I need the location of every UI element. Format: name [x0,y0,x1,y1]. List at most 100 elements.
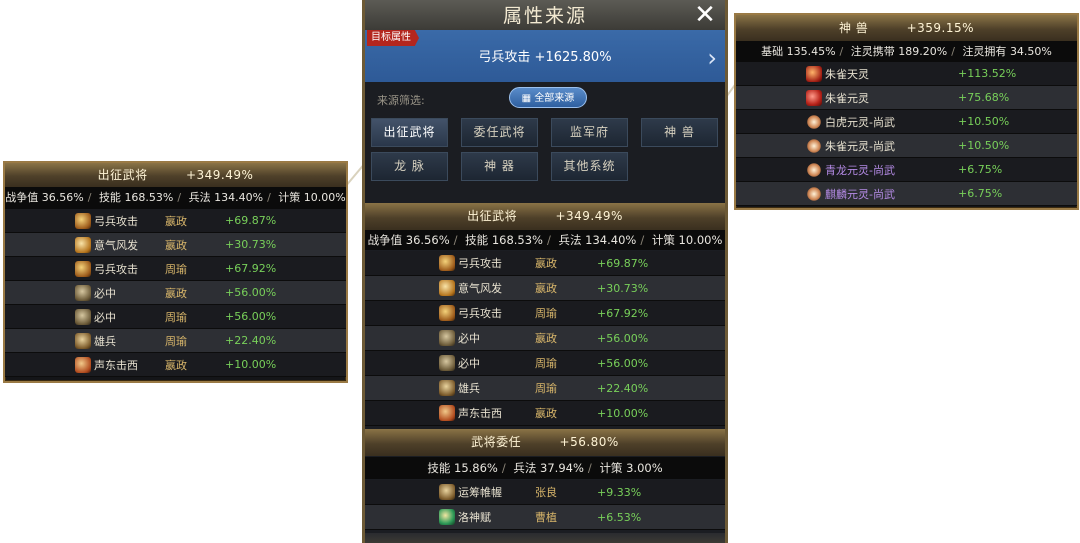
table-row: 声东击西 嬴政 +10.00% [365,401,725,426]
source-name: 朱雀元灵 [825,91,869,105]
breakdown-value: 168.53% [124,191,174,204]
attribute-source-window: 属性来源 ✕ 目标属性 弓兵攻击 +1625.80% › 来源筛选: ▦ 全部来… [362,0,728,543]
spirit-crystal-icon [804,111,824,132]
source-name-cell: 朱雀元灵-尚武 [736,135,958,156]
bonus-value: +10.00% [225,358,277,371]
target-attribute-tag: 目标属性 [367,30,419,46]
section-total: +349.49% [555,209,623,223]
source-name: 运筹帷幄 [458,486,502,499]
category-button-supervisor[interactable]: 监军府 [551,118,628,147]
target-attribute-bar[interactable]: 目标属性 弓兵攻击 +1625.80% › [365,30,725,82]
hit-skill-icon [439,330,455,346]
category-button-artifact[interactable]: 神 器 [461,152,538,181]
source-name: 必中 [94,286,116,300]
section-breakdown: 战争值 36.56% / 技能 168.53% / 兵法 134.40% / 计策 1… [365,230,725,250]
category-button-beast[interactable]: 神 兽 [641,118,718,147]
category-button-other[interactable]: 其他系统 [551,152,628,181]
chevron-right-icon[interactable]: › [707,44,717,72]
table-row: 弓兵攻击 周瑜 +67.92% [5,257,346,281]
breakdown-value: 134.40% [585,233,637,247]
strategy-skill-icon [439,484,455,500]
panel-header: 神 兽 +359.15% [736,15,1077,41]
table-row: 青龙元灵-尚武 +6.75% [736,158,1077,182]
source-name-cell: 洛神赋 [365,509,535,525]
breakdown-value: 189.20% [898,45,948,58]
source-name-cell: 白虎元灵-尚武 [736,111,958,132]
hero-name: 周瑜 [165,310,187,324]
breakdown-key: 注灵拥有 [962,45,1007,58]
section-header-hero: 出征武将 +349.49% [365,203,725,230]
breakdown-key: 战争值 [5,191,39,204]
panel-breakdown: 基础 135.45% / 注灵携带 189.20% / 注灵拥有 34.50% [736,41,1077,62]
close-button[interactable]: ✕ [691,2,719,30]
source-name-cell: 青龙元灵-尚武 [736,159,958,180]
hero-name: 周瑜 [165,262,187,276]
breakdown-key: 兵法 [513,461,537,475]
bonus-value: +75.68% [958,91,1010,104]
bonus-value: +56.00% [225,310,277,323]
bonus-value: +10.50% [958,139,1010,152]
source-name-cell: 弓兵攻击 [5,212,165,229]
source-name: 必中 [94,310,116,324]
source-name: 麒麟元灵-尚武 [825,187,895,201]
bonus-value: +6.75% [958,187,1003,200]
breakdown-key: 技能 [427,461,451,475]
table-row: 麒麟元灵-尚武 +6.75% [736,182,1077,206]
all-sources-button[interactable]: ▦ 全部来源 [509,87,587,108]
source-name-cell: 弓兵攻击 [365,305,535,321]
table-row: 弓兵攻击 嬴政 +69.87% [5,209,346,233]
breakdown-value: 34.50% [1009,45,1052,58]
source-name: 意气风发 [94,238,138,252]
source-name: 弓兵攻击 [458,307,502,320]
section-title: 出征武将 [467,209,518,223]
table-row: 必中 周瑜 +56.00% [365,351,725,376]
panel-total: +349.49% [185,168,254,182]
hero-name: 周瑜 [165,334,187,348]
source-name-cell: 意气风发 [365,280,535,296]
table-row: 雄兵 周瑜 +22.40% [5,329,346,353]
bonus-value: +113.52% [958,67,1017,80]
breakdown-key: 基础 [761,45,784,58]
table-row: 白虎元灵-尚武 +10.50% [736,110,1077,134]
bonus-value: +30.73% [225,238,277,251]
category-button-appointed-hero[interactable]: 委任武将 [461,118,538,147]
close-icon: ✕ [694,0,716,30]
all-sources-label: 全部来源 [534,93,575,104]
breakdown-value: 134.40% [214,191,264,204]
category-button-hero[interactable]: 出征武将 [371,118,448,147]
source-name-cell: 必中 [5,284,165,301]
source-name-cell: 弓兵攻击 [365,255,535,271]
table-row: 弓兵攻击 嬴政 +69.87% [365,251,725,276]
source-name: 弓兵攻击 [94,262,138,276]
section-total: +56.80% [559,435,619,449]
breakdown-value: 10.00% [303,191,346,204]
spirit-skill-icon [439,280,455,296]
table-row: 意气风发 嬴政 +30.73% [365,276,725,301]
source-name: 青龙元灵-尚武 [825,163,895,177]
source-name: 弓兵攻击 [94,214,138,228]
source-name: 雄兵 [458,382,480,395]
feint-skill-icon [439,405,455,421]
table-row: 朱雀元灵 +75.68% [736,86,1077,110]
source-name: 必中 [458,332,480,345]
breakdown-key: 计策 [651,233,675,247]
breakdown-value: 36.56% [41,191,84,204]
breakdown-key: 兵法 [558,233,582,247]
panel-header: 出征武将 +349.49% [5,163,346,187]
bow-skill-icon [439,305,455,321]
panel-breakdown: 战争值 36.56% / 技能 168.53% / 兵法 134.40% / 计策 1… [5,187,346,209]
bonus-value: +56.00% [597,356,649,370]
breakdown-value: 168.53% [491,233,543,247]
bonus-value: +69.87% [225,214,277,227]
feint-skill-icon [75,356,91,373]
bonus-value: +69.87% [597,256,649,270]
source-name: 声东击西 [94,358,138,372]
source-name: 白虎元灵-尚武 [825,115,895,129]
source-name-cell: 必中 [365,355,535,371]
category-button-dragon-vein[interactable]: 龙 脉 [371,152,448,181]
bonus-value: +6.75% [958,163,1003,176]
bonus-value: +6.53% [597,510,642,524]
source-name: 朱雀元灵-尚武 [825,139,895,153]
table-row: 必中 嬴政 +56.00% [5,281,346,305]
spirit-crystal-icon [804,159,824,180]
